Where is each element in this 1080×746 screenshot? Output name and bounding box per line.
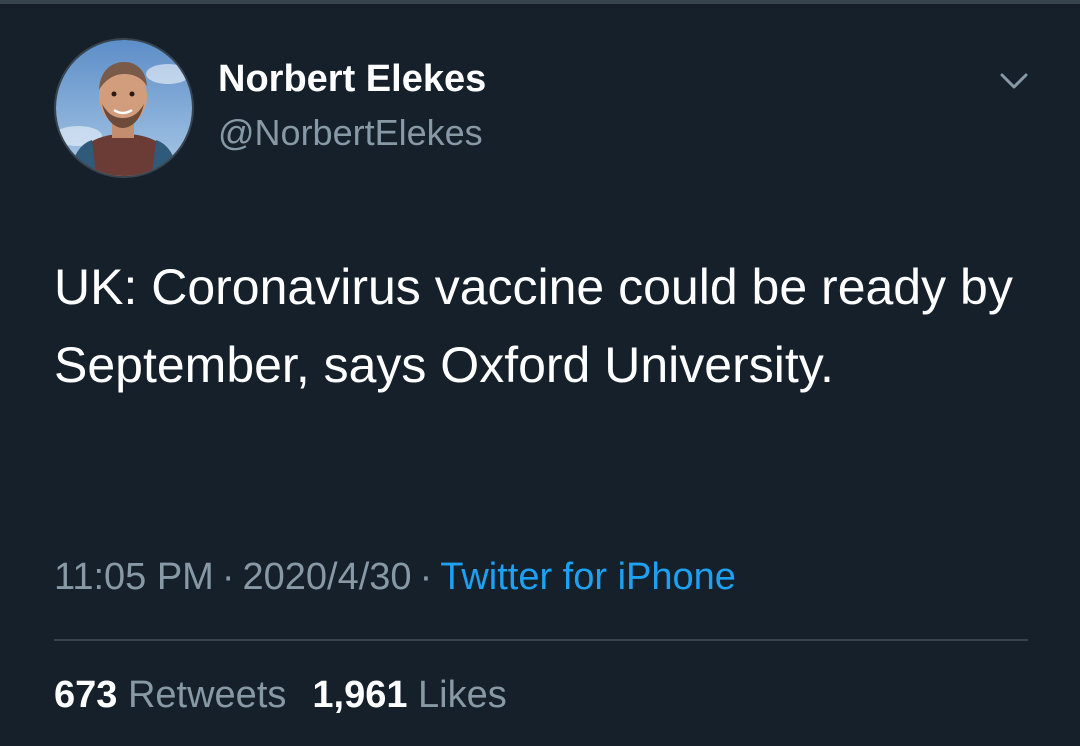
tweet-stats: 673 Retweets 1,961 Likes: [54, 674, 507, 717]
tweet-source-link[interactable]: Twitter for iPhone: [440, 556, 736, 598]
author-handle[interactable]: @NorbertElekes: [218, 112, 483, 154]
tweet-text: UK: Coronavirus vaccine could be ready b…: [54, 259, 1013, 393]
tweet-meta: 11:05 PM · 2020/4/30 · Twitter for iPhone: [54, 556, 736, 599]
retweets-count: 673: [54, 674, 118, 716]
meta-separator: ·: [221, 556, 235, 598]
retweets-label: Retweets: [127, 674, 287, 716]
author-display-name[interactable]: Norbert Elekes: [218, 58, 486, 101]
tweet-date[interactable]: 2020/4/30: [243, 556, 412, 598]
stats-divider: [54, 639, 1028, 641]
likes-label: Likes: [418, 674, 507, 716]
chevron-down-icon[interactable]: [996, 64, 1032, 100]
likes-stat[interactable]: 1,961 Likes: [312, 674, 506, 716]
tweet-time[interactable]: 11:05 PM: [54, 556, 214, 598]
likes-count: 1,961: [312, 674, 408, 716]
meta-separator: ·: [419, 556, 433, 598]
tweet-card: Norbert Elekes @NorbertElekes UK: Corona…: [0, 0, 1080, 746]
retweets-stat[interactable]: 673 Retweets: [54, 674, 286, 716]
avatar-photo: [56, 40, 192, 176]
avatar[interactable]: [54, 38, 194, 178]
